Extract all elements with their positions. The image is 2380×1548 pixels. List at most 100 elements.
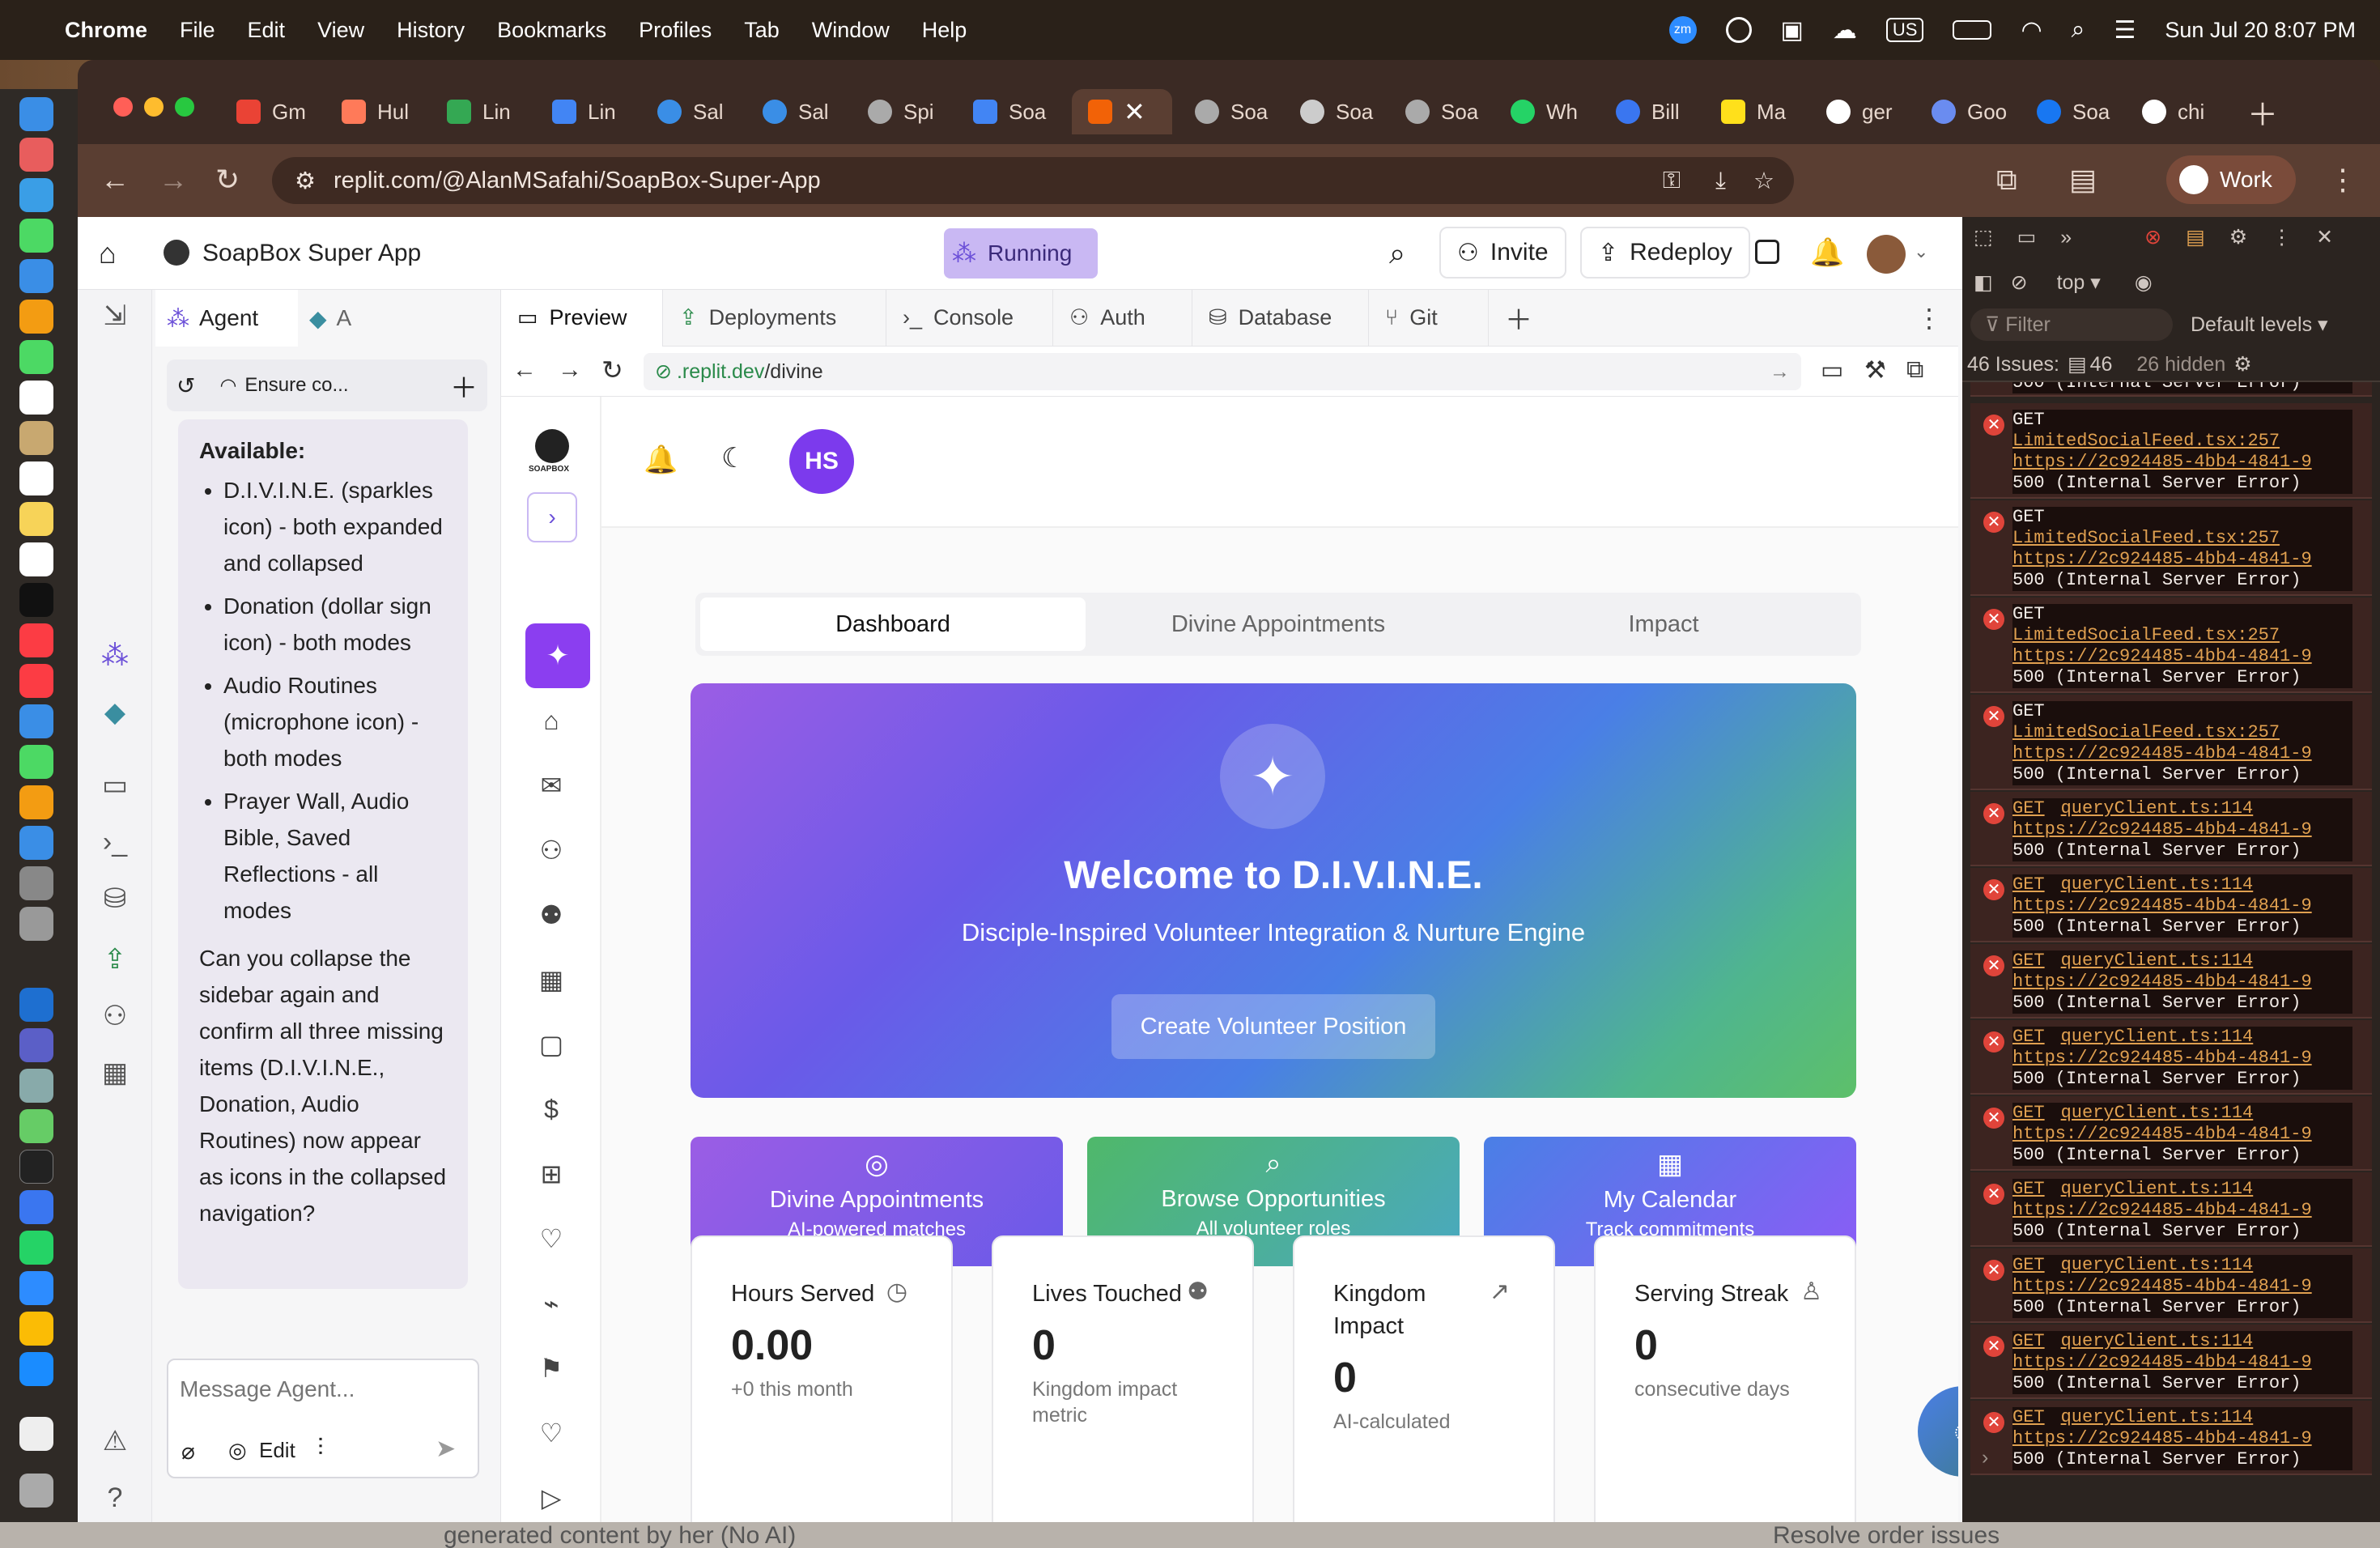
address-bar[interactable]: ⚙ replit.com/@AlanMSafahi/SoapBox-Super-… [272,157,1794,204]
menu-edit[interactable]: Edit [248,18,286,43]
error-url[interactable]: https://2c924485-4bb4-4841-9 [2012,646,2352,667]
profile-button[interactable]: Work [2166,155,2296,204]
script-editor-icon[interactable] [19,907,53,941]
contacts-icon[interactable] [19,421,53,455]
news-icon[interactable] [19,664,53,698]
window-minimize-button[interactable] [144,97,164,117]
zoom-icon[interactable]: zm [1668,16,1697,44]
numbers-icon[interactable] [19,745,53,779]
error-source-link[interactable]: queryClient.ts:114 [2061,1179,2254,1199]
photos-icon[interactable] [19,300,53,334]
pages-icon[interactable] [19,785,53,819]
app-logo[interactable] [535,429,569,463]
freeform-icon[interactable] [19,542,53,576]
menu-view[interactable]: View [317,18,364,43]
error-url[interactable]: https://2c924485-4bb4-4841-9 [2012,1428,2352,1449]
sidebar-item-home[interactable]: ⌂ [535,704,567,737]
error-source[interactable]: LimitedSocialFeed.tsx:257 [2012,625,2352,646]
edit-mode-label[interactable]: Edit [259,1438,295,1463]
error-source-link[interactable]: queryClient.ts:114 [2061,1255,2254,1275]
console-error-row[interactable]: ✕ GET queryClient.ts:114 https://2c924485-4… [1970,792,2372,866]
tab-dashboard[interactable]: Dashboard [700,598,1086,651]
music-icon[interactable] [19,623,53,657]
split-view-icon[interactable] [1755,240,1779,264]
error-url[interactable]: https://2c924485-4bb4-4841-9 [2012,972,2352,993]
deploy-tool-icon[interactable]: ⇪ [97,942,133,977]
agent-tool-icon[interactable]: ⁂ [97,638,133,674]
sidebar-item-chat[interactable]: ▢ [535,1028,567,1061]
facetime-icon[interactable] [19,340,53,374]
error-source-link[interactable]: queryClient.ts:114 [2061,1103,2254,1123]
sidebar-item-calendar[interactable]: ▦ [535,963,567,996]
error-url[interactable]: https://2c924485-4bb4-4841-9 [2012,1124,2352,1145]
chrome-menu-icon[interactable]: ⋮ [2328,165,2357,194]
error-source[interactable]: LimitedSocialFeed.tsx:257 [2012,528,2352,549]
issues-settings-icon[interactable]: ⚙ [2233,352,2251,376]
error-url[interactable]: https://2c924485-4bb4-4841-9 [2012,1200,2352,1221]
back-icon[interactable]: ← [100,165,130,194]
assistant-tool-icon[interactable]: ◆ [97,695,133,730]
sidebar-item-favorites[interactable]: ♡ [535,1417,567,1449]
menu-tab[interactable]: Tab [744,18,780,43]
battery-icon[interactable] [1953,20,1992,40]
error-url[interactable]: https://2c924485-4bb4-4841-9 [2012,549,2352,570]
sidebar-item-bible[interactable]: ⊞ [535,1158,567,1190]
tab-soa-2[interactable]: Soa [1300,89,1384,134]
new-tab-button[interactable]: ＋ [2247,89,2288,134]
devtools-close-icon[interactable]: ✕ [2316,225,2333,249]
redeploy-button[interactable]: ⇪ Redeploy [1580,227,1750,279]
error-source[interactable]: GET queryClient.ts:114 [2012,798,2352,819]
devtools-settings-icon[interactable]: ⚙ [2229,225,2247,249]
auth-tool-icon[interactable]: ⚇ [97,998,133,1034]
hidden-issues[interactable]: 26 hidden [2136,353,2225,376]
device-toggle-icon[interactable]: ▭ [2017,225,2037,249]
reminders-icon[interactable] [19,461,53,495]
launchpad-icon[interactable] [19,138,53,172]
menu-profiles[interactable]: Profiles [639,18,712,43]
tv-icon[interactable] [19,583,53,617]
console-error-row[interactable]: ✕ GET LimitedSocialFeed.tsx:257 https://2c9… [1970,695,2372,790]
console-error-row[interactable]: ✕ GET LimitedSocialFeed.tsx:257 https://2c9… [1970,598,2372,693]
error-url[interactable]: https://2c924485-4bb4-4841-9 [2012,819,2352,840]
search-icon[interactable]: ⌕ [1389,236,1405,271]
device-icon[interactable]: ▭ [1821,356,1843,385]
notes-icon[interactable] [19,502,53,536]
mail-icon[interactable] [19,259,53,293]
menubar-clock[interactable]: Sun Jul 20 8:07 PM [2165,18,2356,43]
console-error-row[interactable]: ✕ GET queryClient.ts:114 https://2c924485-4… [1970,1020,2372,1095]
attach-icon[interactable]: ⌀ [181,1438,195,1465]
console-error-row[interactable]: ✕ GET queryClient.ts:114 https://2c924485-4… [1970,1248,2372,1323]
preview-tool-icon[interactable]: ▭ [97,768,133,803]
passwords-icon[interactable]: ⚿ [1663,168,1681,194]
error-source-link[interactable]: queryClient.ts:114 [2061,1407,2254,1427]
control-center-icon[interactable]: ☰ [2114,16,2136,45]
maps-icon[interactable] [19,1109,53,1143]
console-error-row[interactable]: ✕ GET queryClient.ts:114 https://2c924485-4… [1970,1096,2372,1171]
tab-mailchimp[interactable]: Ma [1721,89,1805,134]
onepassword-app-icon[interactable] [19,1352,53,1386]
chat-fab-button[interactable]: ◌ [1918,1386,1958,1477]
outlook-icon[interactable] [19,988,53,1022]
preview-reload-icon[interactable]: ↻ [601,355,623,385]
site-settings-icon[interactable]: ⚙ [295,167,316,195]
whatsapp-icon[interactable] [19,1231,53,1265]
invite-button[interactable]: ⚇ Invite [1439,227,1566,279]
tab-impact[interactable]: Impact [1471,598,1856,651]
preview-url-field[interactable]: ⊘ .replit.dev /divine → [644,353,1801,390]
sidebar-item-donation[interactable]: $ [535,1093,567,1125]
menu-file[interactable]: File [180,18,215,43]
error-url[interactable]: https://2c924485-4bb4-4841-9 [2012,1048,2352,1069]
panel-toggle-icon[interactable]: ⇲ [97,298,133,334]
error-source[interactable]: GET queryClient.ts:114 [2012,1027,2352,1048]
go-arrow-icon[interactable]: → [1770,360,1790,384]
tab-spi[interactable]: Spi [868,89,952,134]
dark-mode-icon[interactable]: ☾ [721,442,746,474]
tab-auth[interactable]: ⚇ Auth [1053,289,1192,347]
onepassword-icon[interactable] [1725,17,1752,43]
error-url[interactable]: https://2c924485-4bb4-4841-9 [2012,1352,2352,1373]
error-source[interactable]: GET queryClient.ts:114 [2012,950,2352,972]
warning-count-icon[interactable]: ▤ [2186,225,2205,249]
install-app-icon[interactable]: ⤓ [1715,168,1726,194]
error-url[interactable]: https://2c924485-4bb4-4841-9 [2012,895,2352,916]
user-avatar[interactable] [1867,235,1906,274]
